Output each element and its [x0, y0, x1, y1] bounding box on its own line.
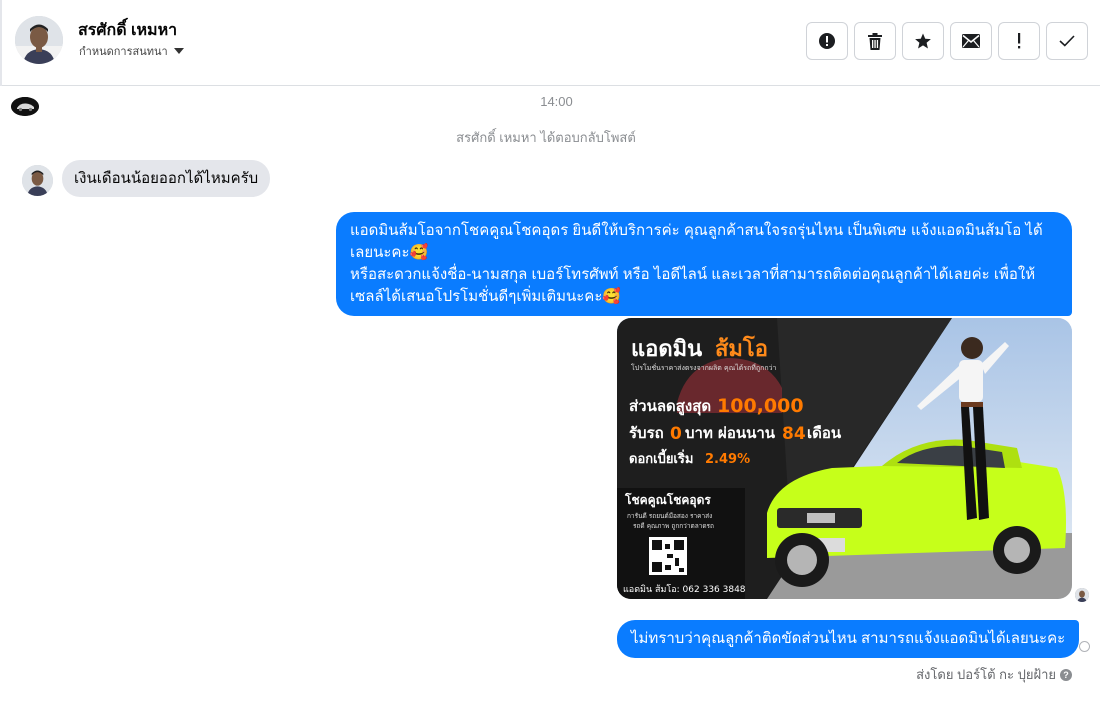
delete-button[interactable] — [854, 22, 896, 60]
outgoing-message[interactable]: แอดมินส้มโอจากโชคคูณโชคอุดร ยินดีให้บริก… — [336, 212, 1072, 316]
help-icon[interactable]: ? — [1060, 668, 1072, 681]
promo-contact: แอดมิน ส้มโอ: 062 336 3848 — [623, 584, 746, 595]
alert-circle-icon — [819, 33, 835, 49]
contact-name[interactable]: สรศักดิ์ เหมหา — [78, 18, 177, 43]
promo-offer-zero: 0 — [670, 424, 682, 444]
conversation-header: สรศักดิ์ เหมหา กำหนดการสนทนา — [0, 0, 1100, 86]
promo-tagline: โปรโมชั่นราคาส่งตรงจากผลิต คุณได้รถที่ถู… — [631, 363, 777, 372]
seen-by-avatar — [1075, 588, 1089, 602]
envelope-icon — [962, 34, 980, 48]
promo-image: แอดมิน ส้มโอ โปรโมชั่นราคาส่งตรงจากผลิต … — [617, 318, 1072, 599]
star-icon — [915, 33, 931, 49]
conversation-options-label: กำหนดการสนทนา — [79, 46, 168, 58]
message-line: เซลล์ได้เสนอโปรโมชั่นดีๆเพิ่มเติมนะคะ🥰 — [350, 288, 622, 305]
caret-down-icon — [173, 48, 184, 54]
trash-icon — [868, 32, 882, 50]
promo-headline-a: แอดมิน — [631, 337, 702, 362]
promo-offer-c: เดือน — [807, 424, 842, 442]
mark-spam-button[interactable] — [806, 22, 848, 60]
sent-by-text: ส่งโดย ปอร์โต้ กะ ปุยฝ้าย — [916, 667, 1056, 682]
star-button[interactable] — [902, 22, 944, 60]
follow-up-button[interactable] — [998, 22, 1040, 60]
promo-dealer-line1: การันตี รถยนต์มือสอง ราคาส่ง — [627, 512, 712, 520]
message-line: หรือสะดวกแจ้งชื่อ-นามสกุล เบอร์โทรศัพท์ … — [350, 266, 1036, 283]
mark-unread-button[interactable] — [950, 22, 992, 60]
incoming-message[interactable]: เงินเดือนน้อยออกได้ไหมครับ — [62, 160, 271, 197]
left-border — [0, 0, 2, 86]
promo-discount-label: ส่วนลดสูงสุด — [629, 397, 711, 416]
promo-headline-b: ส้มโอ — [715, 335, 768, 362]
promo-offer-months: 84 — [782, 424, 806, 444]
sent-status-icon — [1079, 641, 1090, 652]
exclamation-icon — [1018, 33, 1021, 49]
check-icon — [1059, 35, 1075, 47]
promo-interest-value: 2.49% — [705, 452, 750, 467]
promo-dealer-line2: รถดี คุณภาพ ถูกกว่าตลาดรถ — [633, 522, 714, 530]
promo-discount-value: 100,000 — [717, 395, 804, 417]
sender-avatar[interactable] — [22, 165, 53, 196]
outgoing-message[interactable]: ไม่ทราบว่าคุณลูกค้าติดขัดส่วนไหน สามารถแ… — [617, 620, 1080, 658]
mark-done-button[interactable] — [1046, 22, 1088, 60]
promo-dealer-name: โชคคูณโชคอุดร — [624, 492, 711, 508]
conversation-options-dropdown[interactable]: กำหนดการสนทนา — [79, 42, 184, 60]
message-line: แอดมินส้มโอจากโชคคูณโชคอุดร ยินดีให้บริก… — [350, 222, 1043, 239]
contact-avatar[interactable] — [15, 16, 63, 64]
promo-offer-a: รับรถ — [629, 424, 664, 442]
qr-code-icon — [649, 537, 687, 575]
promo-image-attachment[interactable]: แอดมิน ส้มโอ โปรโมชั่นราคาส่งตรงจากผลิต … — [617, 318, 1072, 599]
promo-offer-b: บาท ผ่อนนาน — [685, 424, 776, 442]
system-note: สรศักดิ์ เหมหา ได้ตอบกลับโพสต์ — [456, 130, 636, 145]
message-timestamp: 14:00 — [540, 94, 573, 109]
message-line: เลยนะคะ🥰 — [350, 244, 429, 261]
message-thread[interactable]: 14:00 สรศักดิ์ เหมหา ได้ตอบกลับโพสต์ เงิ… — [0, 87, 1100, 703]
sent-by-label: ส่งโดย ปอร์โต้ กะ ปุยฝ้าย ? — [916, 664, 1072, 685]
header-actions — [806, 22, 1088, 60]
